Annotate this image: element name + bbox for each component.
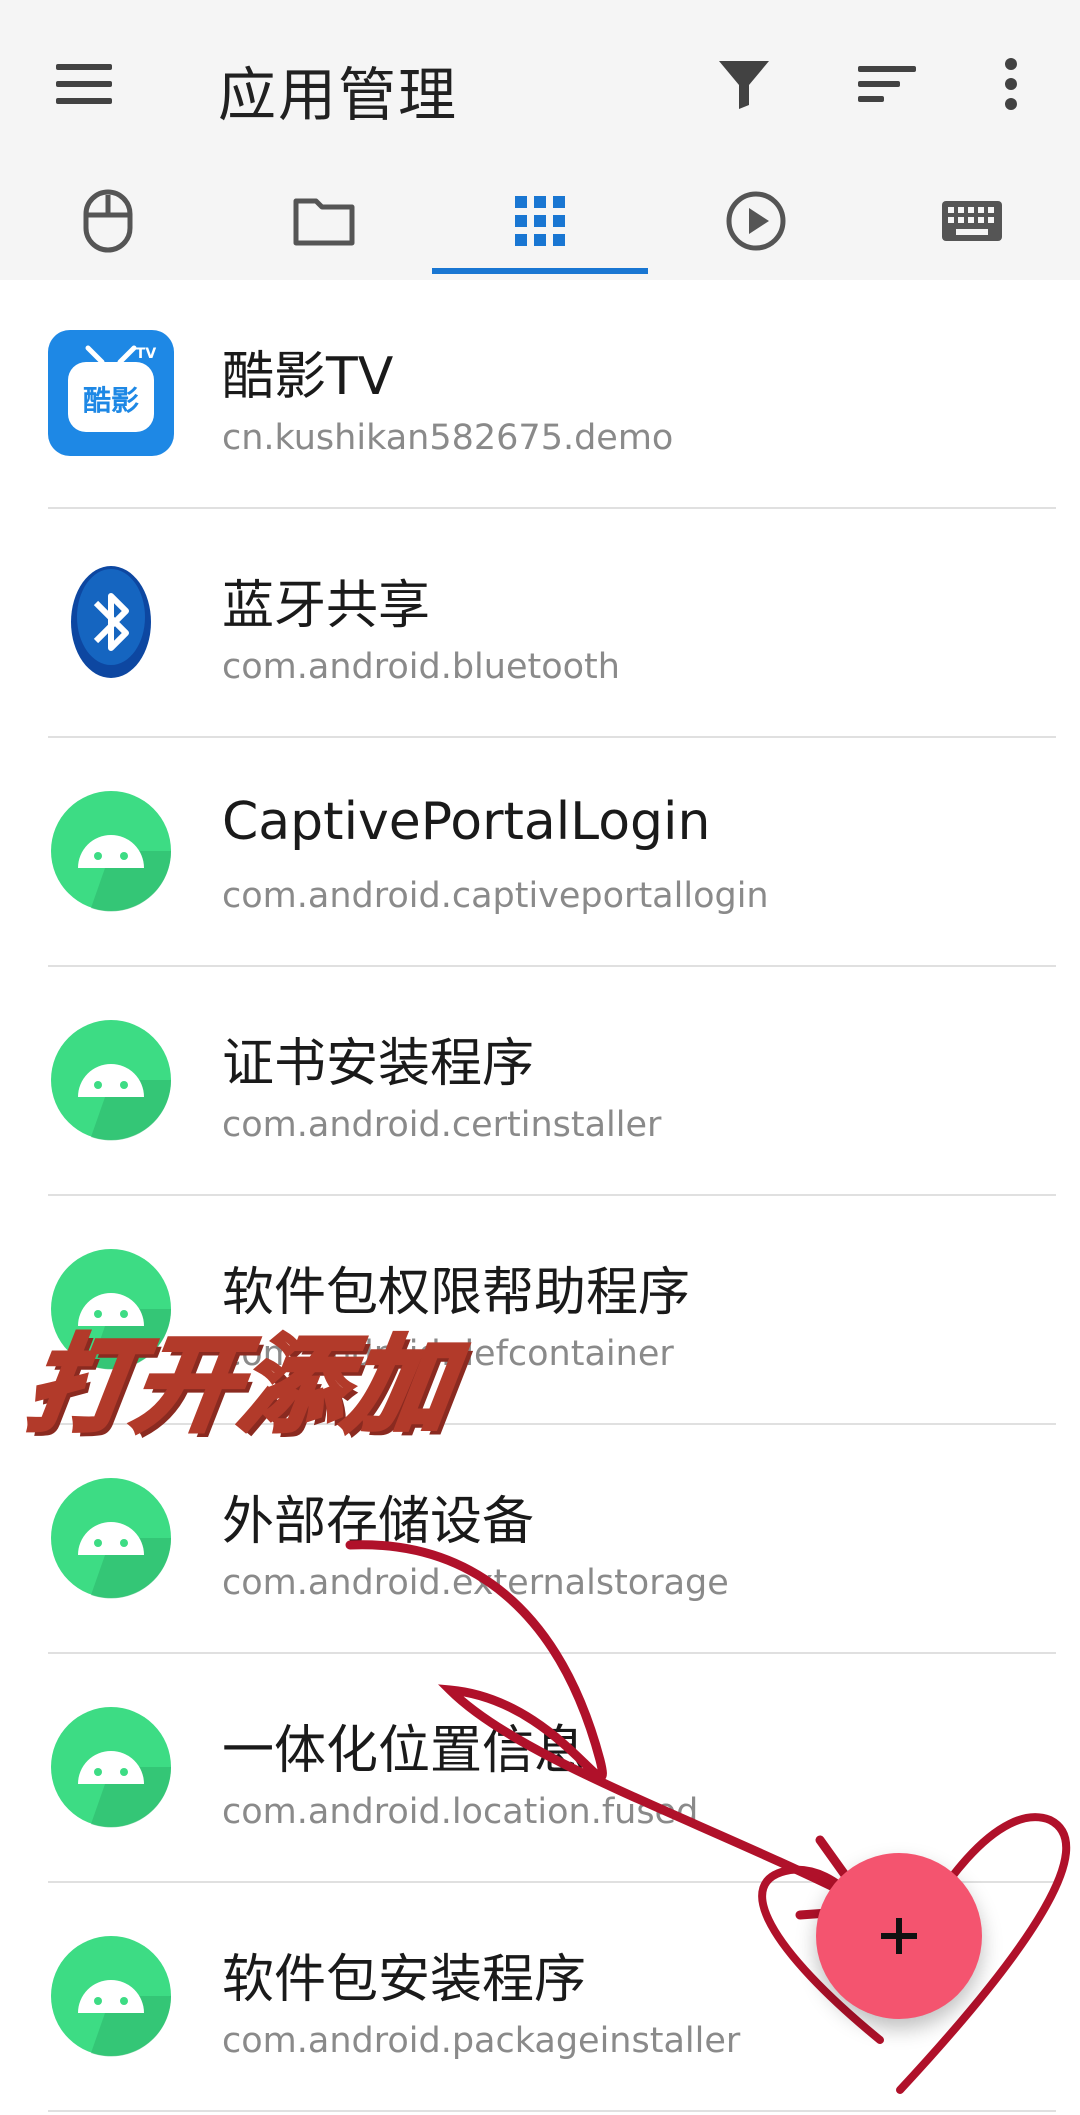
- package-name: com.android.location.fused: [222, 1792, 699, 1832]
- sort-button[interactable]: [842, 40, 932, 128]
- sort-icon: [858, 66, 916, 102]
- tab-apps[interactable]: [432, 162, 648, 280]
- package-name: com.android.certinstaller: [222, 1105, 662, 1145]
- play-circle-icon: [726, 191, 786, 251]
- folder-icon: [293, 198, 355, 246]
- apps-grid-icon: [515, 196, 565, 246]
- toolbar: 应用管理: [0, 0, 1080, 170]
- app-name: 软件包安装程序: [222, 1950, 587, 2010]
- selected-tab-indicator: [432, 268, 648, 274]
- app-name: 一体化位置信息: [222, 1721, 587, 1781]
- tab-files[interactable]: [216, 162, 432, 280]
- list-item[interactable]: 酷影 TV 酷影TV cn.kushikan582675.demo: [0, 280, 1080, 509]
- android-icon: [48, 1933, 174, 2059]
- overlay-caption: 打开添加: [18, 1322, 464, 1449]
- app-name: 酷影TV: [222, 347, 394, 407]
- package-name: com.android.externalstorage: [222, 1563, 729, 1603]
- bluetooth-icon: [48, 559, 174, 685]
- page-title: 应用管理: [218, 61, 459, 129]
- android-icon: [48, 1704, 174, 1830]
- more-options-button[interactable]: [976, 40, 1046, 128]
- list-item[interactable]: 证书安装程序 com.android.certinstaller: [0, 967, 1080, 1196]
- more-vert-icon: [1005, 58, 1017, 110]
- menu-icon: [56, 64, 112, 104]
- menu-button[interactable]: [40, 44, 128, 124]
- tab-mouse[interactable]: [0, 162, 216, 280]
- kuying-tv-icon: 酷影 TV: [48, 330, 174, 456]
- divider: [48, 2110, 1056, 2112]
- filter-icon: [719, 61, 769, 109]
- list-item[interactable]: 外部存储设备 com.android.externalstorage: [0, 1425, 1080, 1654]
- keyboard-icon: [942, 201, 1002, 241]
- app-name: 蓝牙共享: [222, 576, 431, 636]
- package-name: com.android.packageinstaller: [222, 2021, 741, 2061]
- tab-keyboard[interactable]: [864, 162, 1080, 280]
- app-name: 外部存储设备: [222, 1492, 535, 1552]
- list-item[interactable]: CaptivePortalLogin com.android.captivepo…: [0, 738, 1080, 967]
- add-icon: [881, 1918, 917, 1954]
- android-icon: [48, 1475, 174, 1601]
- android-icon: [48, 788, 174, 914]
- kuying-icon-text: 酷影: [83, 384, 139, 417]
- package-name: com.android.bluetooth: [222, 647, 620, 687]
- add-fab-button[interactable]: [816, 1853, 982, 2019]
- mouse-icon: [83, 189, 133, 253]
- app-bar: 应用管理: [0, 0, 1080, 280]
- list-item[interactable]: 蓝牙共享 com.android.bluetooth: [0, 509, 1080, 738]
- package-name: cn.kushikan582675.demo: [222, 418, 674, 458]
- app-name: CaptivePortalLogin: [222, 792, 711, 852]
- filter-button[interactable]: [700, 40, 788, 128]
- package-name: com.android.captiveportallogin: [222, 876, 769, 916]
- list-item[interactable]: 一体化位置信息 com.android.location.fused: [0, 1654, 1080, 1883]
- app-name: 证书安装程序: [222, 1034, 535, 1094]
- tab-media[interactable]: [648, 162, 864, 280]
- android-icon: [48, 1017, 174, 1143]
- kuying-icon-badge: TV: [136, 346, 157, 362]
- tab-bar: [0, 162, 1080, 280]
